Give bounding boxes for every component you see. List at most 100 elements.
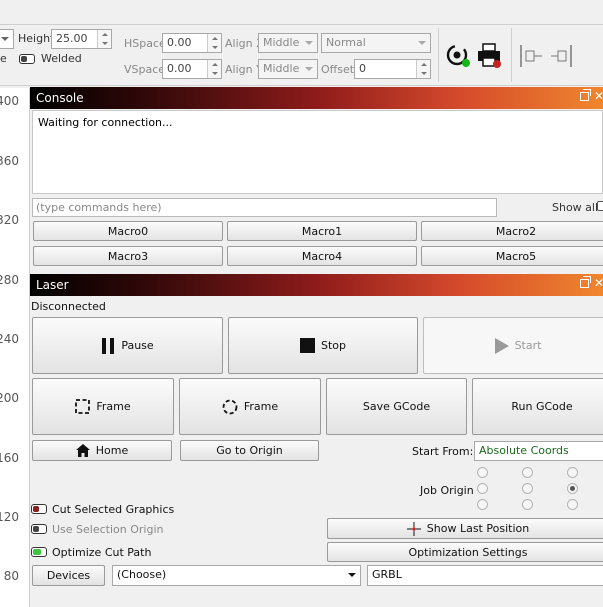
chevron-down-icon <box>348 573 356 577</box>
ruler-tick-label: 80 <box>3 569 19 583</box>
height-value: 25.00 <box>56 32 88 45</box>
spin-arrows-icon[interactable] <box>416 60 430 78</box>
stop-label: Stop <box>320 339 346 352</box>
macro3-button[interactable]: Macro3 <box>33 246 223 266</box>
job-origin-middle-right[interactable] <box>567 483 578 494</box>
start-label: Start <box>514 339 542 352</box>
offset-spinbox[interactable]: 0 <box>354 59 431 79</box>
frame-label: Frame <box>243 400 279 413</box>
save-gcode-button[interactable]: Save GCode <box>326 378 467 435</box>
ruler-tick-label: 160 <box>0 451 19 465</box>
ruler-tick-label: 400 <box>0 94 19 108</box>
show-all-checkbox[interactable] <box>597 201 603 211</box>
device-dropdown[interactable]: (Choose) <box>112 565 361 586</box>
use-selection-origin-toggle[interactable] <box>31 524 47 534</box>
laser-status: Disconnected <box>31 300 106 313</box>
macro1-button[interactable]: Macro1 <box>227 221 417 241</box>
job-origin-bottom-center[interactable] <box>522 499 533 510</box>
align-y-value: Middle <box>263 62 300 75</box>
optimization-settings-button[interactable]: Optimization Settings <box>327 542 603 562</box>
pause-icon <box>102 337 115 354</box>
frame-label: Frame <box>96 400 131 413</box>
rotary-eye-icon[interactable] <box>444 42 472 70</box>
optimize-cut-label: Optimize Cut Path <box>52 546 152 559</box>
devices-button[interactable]: Devices <box>32 565 105 586</box>
hspace-label: HSpace <box>124 37 166 50</box>
vspace-value: 0.00 <box>167 62 192 75</box>
job-origin-bottom-left[interactable] <box>477 499 488 510</box>
macro5-button[interactable]: Macro5 <box>421 246 603 266</box>
optimize-cut-toggle[interactable] <box>31 547 47 557</box>
spin-arrows-icon[interactable] <box>207 60 221 78</box>
use-selection-origin-label: Use Selection Origin <box>52 523 164 536</box>
start-button[interactable]: Start <box>423 317 603 374</box>
show-all-label: Show all <box>552 201 599 214</box>
home-button[interactable]: Home <box>32 440 172 461</box>
laser-title: Laser <box>36 278 69 292</box>
controller-value: GRBL <box>372 568 402 581</box>
restore-window-icon[interactable] <box>580 276 591 288</box>
mode-dropdown[interactable]: Normal <box>321 33 431 53</box>
job-origin-label: Job Origin <box>420 484 474 497</box>
macro-label: Macro0 <box>107 224 149 238</box>
job-origin-top-center[interactable] <box>522 467 533 478</box>
restore-window-icon[interactable] <box>580 89 591 101</box>
show-last-position-button[interactable]: Show Last Position <box>327 518 603 539</box>
welded-label: Welded <box>41 52 82 65</box>
start-from-value: Absolute Coords <box>479 444 569 457</box>
distribute-horizontal-icon[interactable] <box>518 43 578 69</box>
console-input-placeholder: (type commands here) <box>36 201 162 214</box>
height-label: Height <box>18 32 55 45</box>
pause-button[interactable]: Pause <box>32 317 223 374</box>
run-gcode-button[interactable]: Run GCode <box>472 378 603 435</box>
vspace-label: VSpace <box>124 63 166 76</box>
console-output[interactable]: Waiting for connection... <box>32 110 603 194</box>
align-x-dropdown[interactable]: Middle <box>258 33 318 53</box>
hspace-spinbox[interactable]: 0.00 <box>162 33 222 53</box>
spin-arrows-icon[interactable] <box>207 34 221 52</box>
frame-circle-button[interactable]: Frame <box>179 378 321 435</box>
align-y-dropdown[interactable]: Middle <box>258 59 318 79</box>
align-x-value: Middle <box>263 36 300 49</box>
frame-rectangle-icon <box>75 399 91 414</box>
font-dropdown-partial[interactable] <box>0 29 14 49</box>
vspace-spinbox[interactable]: 0.00 <box>162 59 222 79</box>
macro4-button[interactable]: Macro4 <box>227 246 417 266</box>
welded-toggle[interactable] <box>19 54 35 64</box>
macro-label: Macro3 <box>107 249 149 263</box>
job-origin-top-left[interactable] <box>477 467 488 478</box>
go-to-origin-button[interactable]: Go to Origin <box>180 440 319 461</box>
height-spinbox[interactable]: 25.00 <box>51 29 112 49</box>
start-from-label: Start From: <box>412 445 474 458</box>
job-origin-bottom-right[interactable] <box>567 499 578 510</box>
partial-left-label: e <box>0 52 7 65</box>
devices-label: Devices <box>46 569 91 582</box>
optimization-settings-label: Optimization Settings <box>408 545 528 559</box>
stop-button[interactable]: Stop <box>228 317 418 374</box>
spin-arrows-icon[interactable] <box>97 30 111 48</box>
macro2-button[interactable]: Macro2 <box>421 221 603 241</box>
frame-circle-icon <box>222 399 238 414</box>
stop-icon <box>299 338 315 353</box>
macro0-button[interactable]: Macro0 <box>33 221 223 241</box>
cut-selected-toggle[interactable] <box>31 504 47 514</box>
chevron-down-icon <box>305 67 313 71</box>
save-gcode-label: Save GCode <box>362 400 431 413</box>
macro-label: Macro5 <box>495 249 537 263</box>
go-to-origin-label: Go to Origin <box>216 444 283 457</box>
frame-rect-button[interactable]: Frame <box>32 378 174 435</box>
close-icon[interactable]: ✕ <box>594 276 603 290</box>
macro-label: Macro1 <box>301 224 343 238</box>
job-origin-top-right[interactable] <box>567 467 578 478</box>
close-icon[interactable]: ✕ <box>594 89 603 103</box>
crosshair-icon <box>406 521 421 536</box>
job-origin-middle-left[interactable] <box>477 483 488 494</box>
start-from-dropdown[interactable]: Absolute Coords <box>474 441 603 461</box>
macro-label: Macro2 <box>495 224 537 238</box>
controller-dropdown[interactable]: GRBL <box>367 565 603 586</box>
printer-settings-icon[interactable] <box>476 42 504 70</box>
job-origin-middle-center[interactable] <box>522 483 533 494</box>
console-command-input[interactable]: (type commands here) <box>32 198 497 217</box>
ruler-tick-label: 120 <box>0 510 19 524</box>
chevron-down-icon <box>305 41 313 45</box>
